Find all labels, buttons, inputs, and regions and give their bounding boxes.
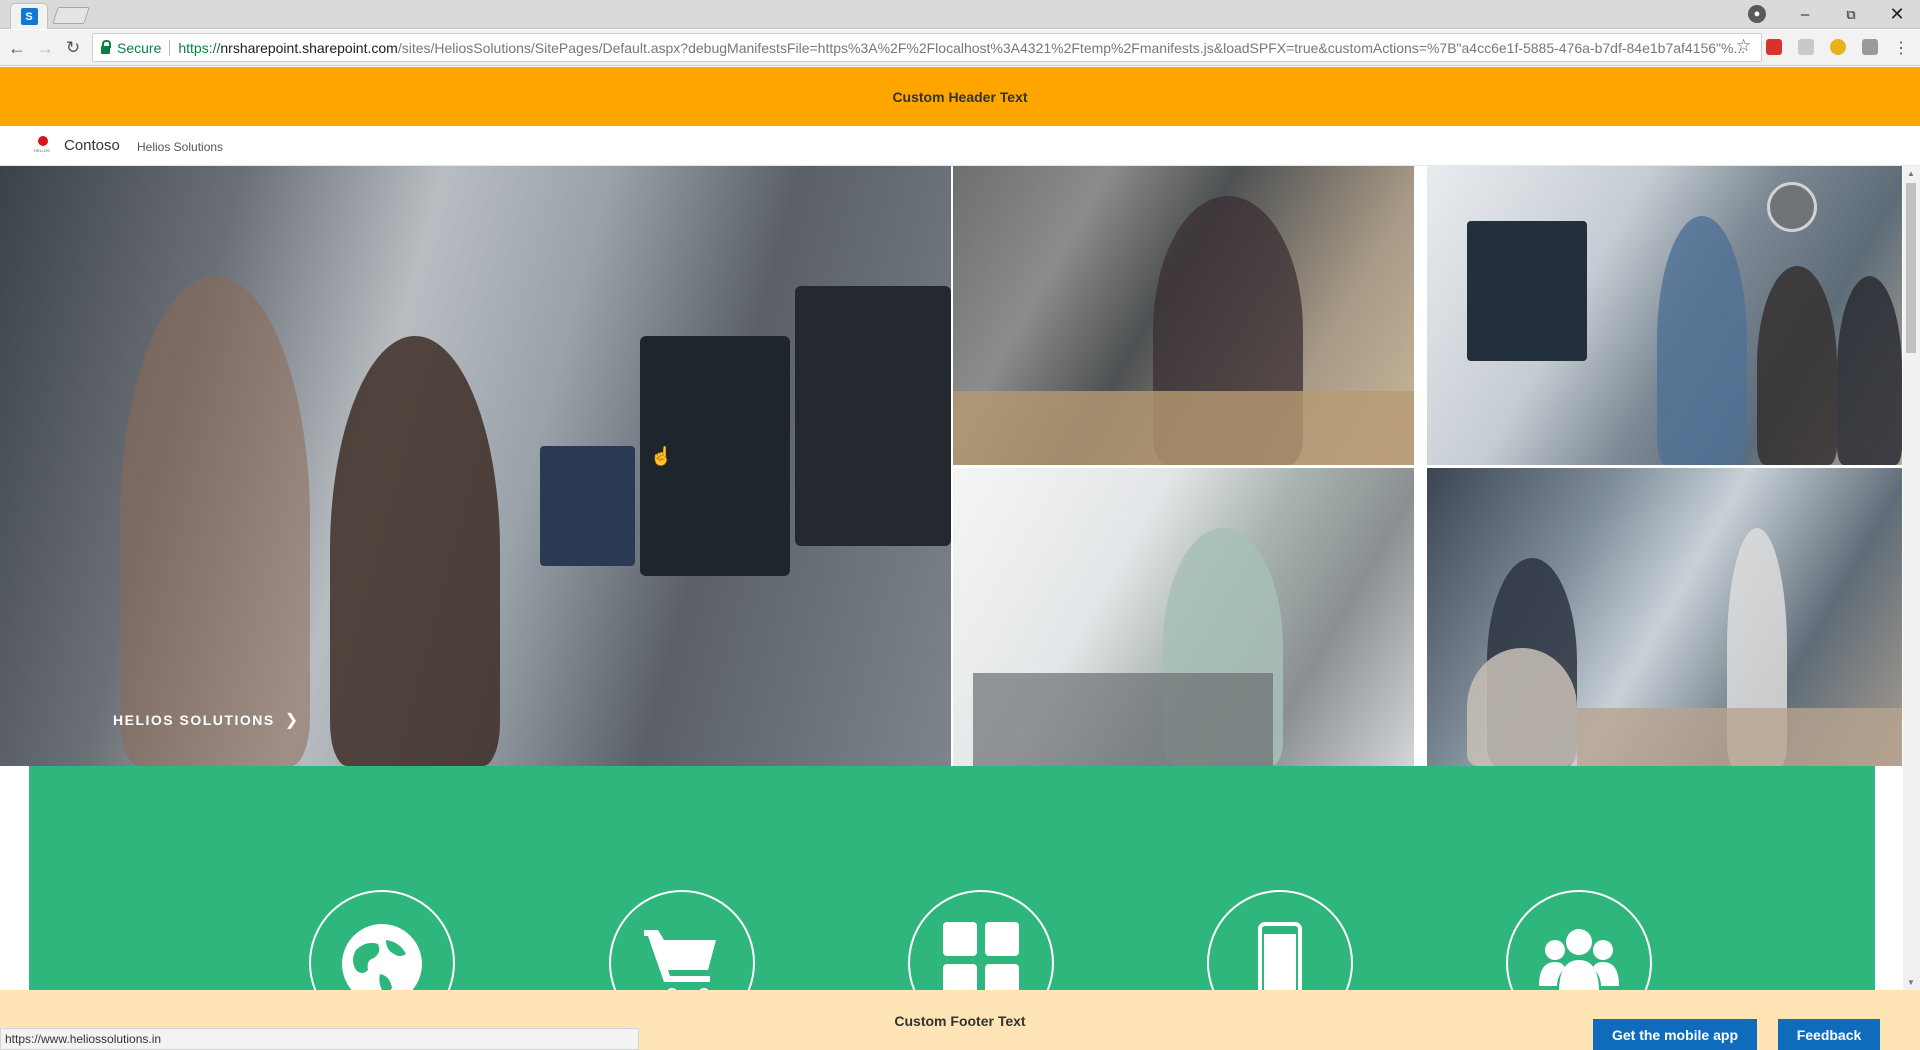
monitor-shape <box>540 446 635 566</box>
hero-tile-1[interactable] <box>953 166 1414 465</box>
feedback-button[interactable]: Feedback <box>1778 1019 1880 1050</box>
site-header: HELIOS Contoso Helios Solutions <box>0 126 1920 166</box>
person-silhouette <box>1837 276 1902 465</box>
custom-header-text: Custom Header Text <box>892 88 1028 105</box>
new-tab-button[interactable] <box>52 7 90 24</box>
wall-clock-shape <box>1767 182 1817 232</box>
desk-shape <box>973 673 1273 766</box>
desk-shape <box>953 391 1414 465</box>
forward-icon[interactable]: → <box>32 35 58 61</box>
url-host: nrsharepoint.sharepoint.com <box>220 39 398 56</box>
reload-icon[interactable]: ↻ <box>60 35 86 61</box>
page-scrollbar[interactable]: ▲ ▼ <box>1903 166 1920 990</box>
extension-s-icon[interactable] <box>1862 39 1878 55</box>
browser-status-bar: https://www.heliossolutions.in <box>0 1028 639 1050</box>
person-silhouette <box>330 336 500 766</box>
sharepoint-favicon-icon: S <box>20 8 38 25</box>
extension-red-icon[interactable] <box>1766 39 1782 55</box>
hero-tile-main[interactable]: HELIOS SOLUTIONS ❯ ☝ <box>0 166 951 766</box>
mouse-pointer-icon: ☝ <box>650 446 673 466</box>
person-silhouette <box>1657 216 1747 465</box>
profile-icon[interactable]: ● <box>1748 5 1766 23</box>
extension-moon-icon[interactable] <box>1830 39 1846 55</box>
bookmark-star-icon[interactable]: ☆ <box>1736 36 1751 56</box>
scrollbar-thumb[interactable] <box>1906 183 1916 353</box>
minimize-button[interactable]: – <box>1782 0 1828 29</box>
services-band <box>29 766 1875 1036</box>
scroll-down-icon[interactable]: ▼ <box>1907 978 1915 987</box>
url-protocol: https:// <box>178 39 221 56</box>
back-icon[interactable]: ← <box>4 35 30 61</box>
custom-header: Custom Header Text <box>0 67 1920 126</box>
browser-tab[interactable]: S <box>10 3 48 29</box>
helios-logo[interactable]: HELIOS <box>34 135 52 155</box>
browser-menu-icon[interactable]: ⋮ <box>1888 35 1914 61</box>
brand-link[interactable]: Contoso <box>64 137 120 154</box>
hero-link[interactable]: HELIOS SOLUTIONS ❯ <box>113 710 300 730</box>
scroll-up-icon[interactable]: ▲ <box>1907 169 1915 178</box>
browser-toolbar: ← → ↻ Secure https:// nrsharepoint.share… <box>0 30 1920 66</box>
person-silhouette <box>1757 266 1837 465</box>
monitor-shape <box>1467 221 1587 361</box>
site-name-link[interactable]: Helios Solutions <box>137 140 223 154</box>
chevron-right-icon: ❯ <box>284 712 300 729</box>
hero-tile-3[interactable] <box>953 468 1414 766</box>
hero-tile-4[interactable] <box>1427 468 1902 766</box>
lock-icon <box>101 39 111 54</box>
browser-window: S ● – ⧉ ✕ ← → ↻ Secure https:// nrsharep… <box>0 0 1920 1050</box>
monitor-shape <box>795 286 951 546</box>
url-path: /sites/HeliosSolutions/SitePages/Default… <box>397 39 1746 56</box>
person-silhouette <box>1467 648 1577 766</box>
tab-strip: S ● – ⧉ ✕ <box>0 0 1920 29</box>
restore-button[interactable]: ⧉ <box>1828 0 1874 29</box>
omnibox-divider <box>169 39 171 56</box>
hero-tile-2[interactable] <box>1427 166 1902 465</box>
person-silhouette <box>120 276 310 766</box>
address-bar[interactable]: Secure https:// nrsharepoint.sharepoint.… <box>92 33 1762 62</box>
desk-shape <box>1577 708 1902 766</box>
hero-label-text: HELIOS SOLUTIONS <box>113 712 275 728</box>
get-mobile-app-button[interactable]: Get the mobile app <box>1593 1019 1757 1050</box>
extension-shield-icon[interactable] <box>1798 39 1814 55</box>
status-url: https://www.heliossolutions.in <box>5 1032 162 1046</box>
secure-label: Secure <box>117 39 162 56</box>
hero-webpart: HELIOS SOLUTIONS ❯ ☝ <box>0 166 1902 766</box>
close-window-button[interactable]: ✕ <box>1874 0 1920 29</box>
